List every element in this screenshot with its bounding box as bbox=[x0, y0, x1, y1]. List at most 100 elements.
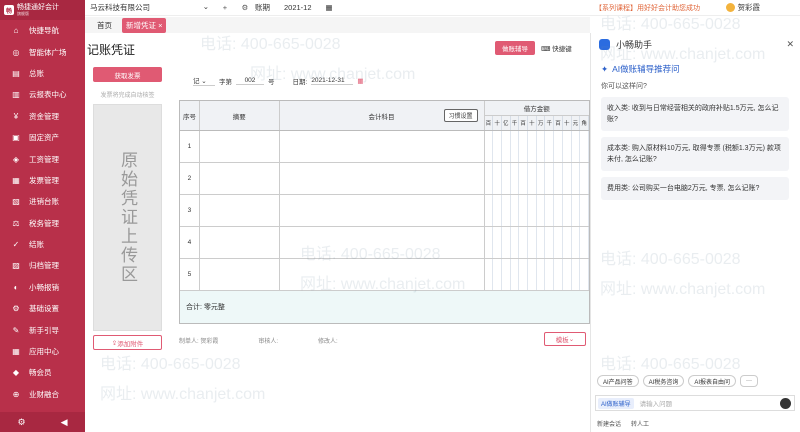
row-number: 5 bbox=[180, 259, 200, 290]
shortcut-button[interactable]: ⌨ 快捷键 bbox=[541, 43, 572, 53]
sidebar-item[interactable]: ⌂ 快捷导航 bbox=[0, 20, 85, 41]
add-icon[interactable]: + bbox=[215, 3, 235, 12]
send-icon[interactable] bbox=[780, 397, 791, 409]
debit-digit-cell bbox=[493, 131, 502, 162]
debit-cell[interactable] bbox=[485, 163, 589, 194]
suggestion-item[interactable]: 成本类: 购入原材料10万元, 取得专票 (税额1.3万元) 款项未付, 怎么记… bbox=[601, 137, 789, 171]
summary-cell[interactable] bbox=[199, 259, 280, 290]
company-selector[interactable]: 马云科技有限公司 ⌄ bbox=[85, 2, 215, 13]
gear-icon[interactable]: ⚙ bbox=[235, 3, 255, 12]
account-cell[interactable] bbox=[279, 259, 485, 290]
account-cell[interactable] bbox=[279, 227, 485, 258]
debit-cell[interactable] bbox=[485, 195, 589, 226]
debit-digit-cell bbox=[537, 227, 546, 258]
input-placeholder: 请输入问题 bbox=[639, 401, 673, 408]
sidebar-item[interactable]: ▥ 云报表中心 bbox=[0, 84, 85, 105]
collapse-icon[interactable]: ◀ bbox=[61, 417, 68, 428]
new-session-button[interactable]: 新建会话 bbox=[597, 419, 621, 428]
sidebar-item-label: 总账 bbox=[29, 68, 44, 78]
summary-cell[interactable] bbox=[199, 131, 280, 162]
table-row: 5 bbox=[180, 259, 589, 291]
voucher-number-suffix: 号 bbox=[268, 78, 275, 86]
debit-digit-cell bbox=[493, 195, 502, 226]
upload-area[interactable]: 原始凭证上传区 bbox=[93, 104, 162, 331]
upload-area-label: 原始凭证上传区 bbox=[118, 151, 137, 284]
voucher-table-header: 序号 摘要 会计科目 习惯设置 借方金额 百十亿千百十万千百十元角 bbox=[180, 101, 589, 131]
quick-actions: AI产品问答 AI税务咨询 AI报表自由问 ··· bbox=[597, 375, 759, 387]
debit-digit-cell bbox=[554, 227, 563, 258]
quick-report-ask[interactable]: AI报表自由问 bbox=[688, 375, 737, 387]
input-mode-tag[interactable]: AI做账辅导 bbox=[598, 397, 634, 409]
summary-cell[interactable] bbox=[199, 195, 280, 226]
voucher-type-select[interactable]: 记 ⌄ bbox=[193, 75, 215, 86]
sidebar-item[interactable]: ▨ 归档管理 bbox=[0, 255, 85, 276]
habit-settings-button[interactable]: 习惯设置 bbox=[443, 109, 478, 122]
sidebar-item-label: 新手引导 bbox=[29, 325, 59, 335]
template-button[interactable]: 模板 ⌄ bbox=[544, 332, 586, 346]
integration-icon: ⊕ bbox=[12, 389, 20, 399]
question-input[interactable]: AI做账辅导 请输入问题 bbox=[595, 395, 795, 411]
sidebar-item[interactable]: ◐ 小畅报销 bbox=[0, 277, 85, 298]
user-menu[interactable]: 贺彩霞 bbox=[725, 2, 760, 13]
invoice-icon: ▦ bbox=[12, 175, 20, 185]
fetch-invoice-button[interactable]: 获取发票 bbox=[93, 67, 162, 82]
quick-product-qa[interactable]: AI产品问答 bbox=[597, 375, 639, 387]
sidebar-item[interactable]: ✓ 结账 bbox=[0, 234, 85, 255]
quick-tax-consult[interactable]: AI税务咨询 bbox=[642, 375, 685, 387]
sidebar-item[interactable]: ⚙ 基础设置 bbox=[0, 298, 85, 319]
close-icon[interactable]: ✕ bbox=[786, 39, 794, 50]
suggestion-item[interactable]: 收入类: 收到与日常经营相关的政府补贴1.5万元, 怎么记账? bbox=[601, 97, 789, 131]
table-row: 4 bbox=[180, 227, 589, 259]
voucher-header: 记 ⌄ 字第 002 号 日期: 2021-12-31 ▦ bbox=[193, 75, 363, 86]
debit-digit-cell bbox=[519, 195, 529, 226]
gear-icon[interactable]: ⚙ bbox=[18, 417, 26, 428]
account-cell[interactable] bbox=[279, 131, 485, 162]
period-selector[interactable]: 账期 2021-12 ▦ bbox=[255, 2, 333, 13]
debit-digit-cell bbox=[502, 131, 511, 162]
debit-digit-cell bbox=[485, 195, 494, 226]
account-cell[interactable] bbox=[279, 163, 485, 194]
add-attachment-button[interactable]: ⇪ 添加附件 bbox=[93, 335, 162, 350]
topbar: 马云科技有限公司 ⌄ + ⚙ 账期 2021-12 ▦ 【系列课程】用好好会计助… bbox=[85, 0, 800, 16]
sidebar-item[interactable]: ◎ 智能体广场 bbox=[0, 41, 85, 62]
sidebar-item[interactable]: ✎ 新手引导 bbox=[0, 319, 85, 340]
suggestion-item[interactable]: 费用类: 公司购买一台电脑2万元, 专票, 怎么记账? bbox=[601, 177, 789, 200]
sidebar-item[interactable]: ▣ 固定资产 bbox=[0, 127, 85, 148]
transfer-agent-button[interactable]: 转人工 bbox=[631, 419, 649, 428]
debit-digit-cell bbox=[554, 195, 563, 226]
brand-logo-icon: 畅 bbox=[4, 5, 14, 15]
more-icon[interactable]: ··· bbox=[740, 375, 759, 387]
debit-cell[interactable] bbox=[485, 259, 589, 290]
tab-home[interactable]: 首页 bbox=[93, 18, 116, 33]
sidebar-item[interactable]: ⚖ 税务管理 bbox=[0, 213, 85, 234]
debit-digit-cell bbox=[563, 163, 572, 194]
sidebar-item[interactable]: ▤ 总账 bbox=[0, 63, 85, 84]
summary-cell[interactable] bbox=[199, 163, 280, 194]
calendar-icon[interactable]: ▦ bbox=[357, 77, 363, 85]
debit-digit-cell bbox=[563, 131, 572, 162]
account-cell[interactable] bbox=[279, 195, 485, 226]
sidebar-item[interactable]: ▧ 进销台账 bbox=[0, 191, 85, 212]
debit-digit-header: 千 bbox=[511, 115, 520, 130]
agent-icon: ◎ bbox=[12, 47, 20, 57]
debit-digit-cell bbox=[572, 131, 581, 162]
sidebar-item[interactable]: ◈ 工资管理 bbox=[0, 148, 85, 169]
date-input[interactable]: 2021-12-31 bbox=[311, 77, 354, 85]
sidebar-item[interactable]: ◆ 畅会员 bbox=[0, 362, 85, 383]
course-link[interactable]: 【系列课程】用好好会计助您成功 bbox=[595, 3, 700, 13]
sidebar-item[interactable]: ¥ 资金管理 bbox=[0, 106, 85, 127]
debit-digit-cell bbox=[563, 259, 572, 290]
debit-cell[interactable] bbox=[485, 131, 589, 162]
assist-button[interactable]: 做账辅导 bbox=[495, 41, 535, 55]
debit-digit-cell bbox=[528, 163, 537, 194]
sidebar-item[interactable]: ▦ 应用中心 bbox=[0, 341, 85, 362]
sidebar-item-label: 智能体广场 bbox=[29, 47, 67, 57]
debit-cell[interactable] bbox=[485, 227, 589, 258]
sidebar-item[interactable]: ▦ 发票管理 bbox=[0, 170, 85, 191]
sidebar-item[interactable]: ⊕ 业财融合 bbox=[0, 384, 85, 405]
summary-cell[interactable] bbox=[199, 227, 280, 258]
voucher-number-input[interactable]: 002 bbox=[236, 77, 264, 85]
tab-new-voucher[interactable]: 新增凭证 × bbox=[122, 17, 167, 33]
debit-digit-cell bbox=[545, 131, 555, 162]
voucher-word-label: 字第 bbox=[219, 78, 232, 86]
